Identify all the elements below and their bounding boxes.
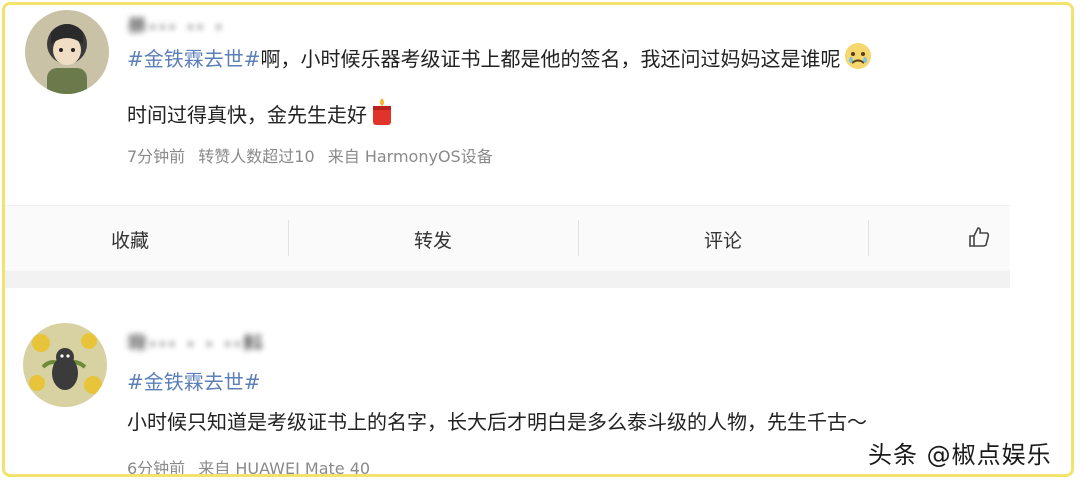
candle-emoji-icon bbox=[369, 97, 395, 136]
collect-label: 收藏 bbox=[110, 229, 149, 252]
hashtag-link[interactable]: #金铁霖去世# bbox=[127, 47, 261, 71]
post-source: 来自 HUAWEI Mate 40 bbox=[198, 459, 371, 477]
comment-label: 评论 bbox=[703, 229, 742, 252]
post-time: 7分钟前 bbox=[127, 147, 186, 166]
like-button[interactable] bbox=[968, 206, 1008, 272]
watermark: 头条 @椒点娱乐 bbox=[868, 441, 1052, 469]
hashtag-link[interactable]: #金铁霖去世# bbox=[127, 370, 261, 394]
post-meta: 6分钟前 来自 HUAWEI Mate 40 bbox=[127, 455, 378, 477]
avatar[interactable] bbox=[25, 10, 109, 94]
post-meta: 7分钟前 转赞人数超过10 来自 HarmonyOS设备 bbox=[127, 143, 501, 167]
collect-button[interactable]: 收藏 bbox=[5, 206, 295, 272]
post-text-line-2: 时间过得真快，金先生走好 bbox=[127, 97, 395, 136]
username-blurred[interactable]: 是··· ·· · bbox=[127, 11, 225, 33]
repost-count: 转赞人数超过10 bbox=[198, 147, 315, 166]
screenshot-frame: 是··· ·· · #金铁霖去世#啊，小时候乐器考级证书上都是他的签名，我还问过… bbox=[2, 2, 1074, 477]
post-source: 来自 HarmonyOS设备 bbox=[327, 147, 493, 166]
avatar-illustration bbox=[25, 10, 109, 94]
repost-button[interactable]: 转发 bbox=[288, 206, 578, 272]
avatar[interactable] bbox=[23, 323, 107, 407]
divider bbox=[868, 220, 869, 256]
repost-label: 转发 bbox=[413, 229, 452, 252]
post-1: 是··· ·· · #金铁霖去世#啊，小时候乐器考级证书上都是他的签名，我还问过… bbox=[5, 5, 1071, 205]
action-bar: 收藏 转发 评论 bbox=[5, 205, 1010, 272]
post-text-line-2: 小时候只知道是考级证书上的名字，长大后才明白是多么泰斗级的人物，先生千古～ bbox=[127, 406, 867, 438]
post-text: 小时候只知道是考级证书上的名字，长大后才明白是多么泰斗级的人物，先生千古～ bbox=[127, 410, 867, 434]
post-text: 时间过得真快，金先生走好 bbox=[127, 103, 367, 127]
thumbs-up-icon bbox=[968, 226, 990, 253]
username-blurred[interactable]: 我··· · · ··料 bbox=[127, 328, 265, 350]
post-separator bbox=[5, 271, 1010, 288]
post-text-line-1: #金铁霖去世#啊，小时候乐器考级证书上都是他的签名，我还问过妈妈这是谁呢 bbox=[127, 41, 873, 80]
post-text: 啊，小时候乐器考级证书上都是他的签名，我还问过妈妈这是谁呢 bbox=[260, 47, 841, 71]
sad-face-emoji-icon bbox=[843, 41, 873, 80]
comment-button[interactable]: 评论 bbox=[578, 206, 868, 272]
avatar-illustration bbox=[23, 323, 107, 407]
post-time: 6分钟前 bbox=[127, 459, 186, 477]
post-text-line-1: #金铁霖去世# bbox=[127, 366, 261, 398]
